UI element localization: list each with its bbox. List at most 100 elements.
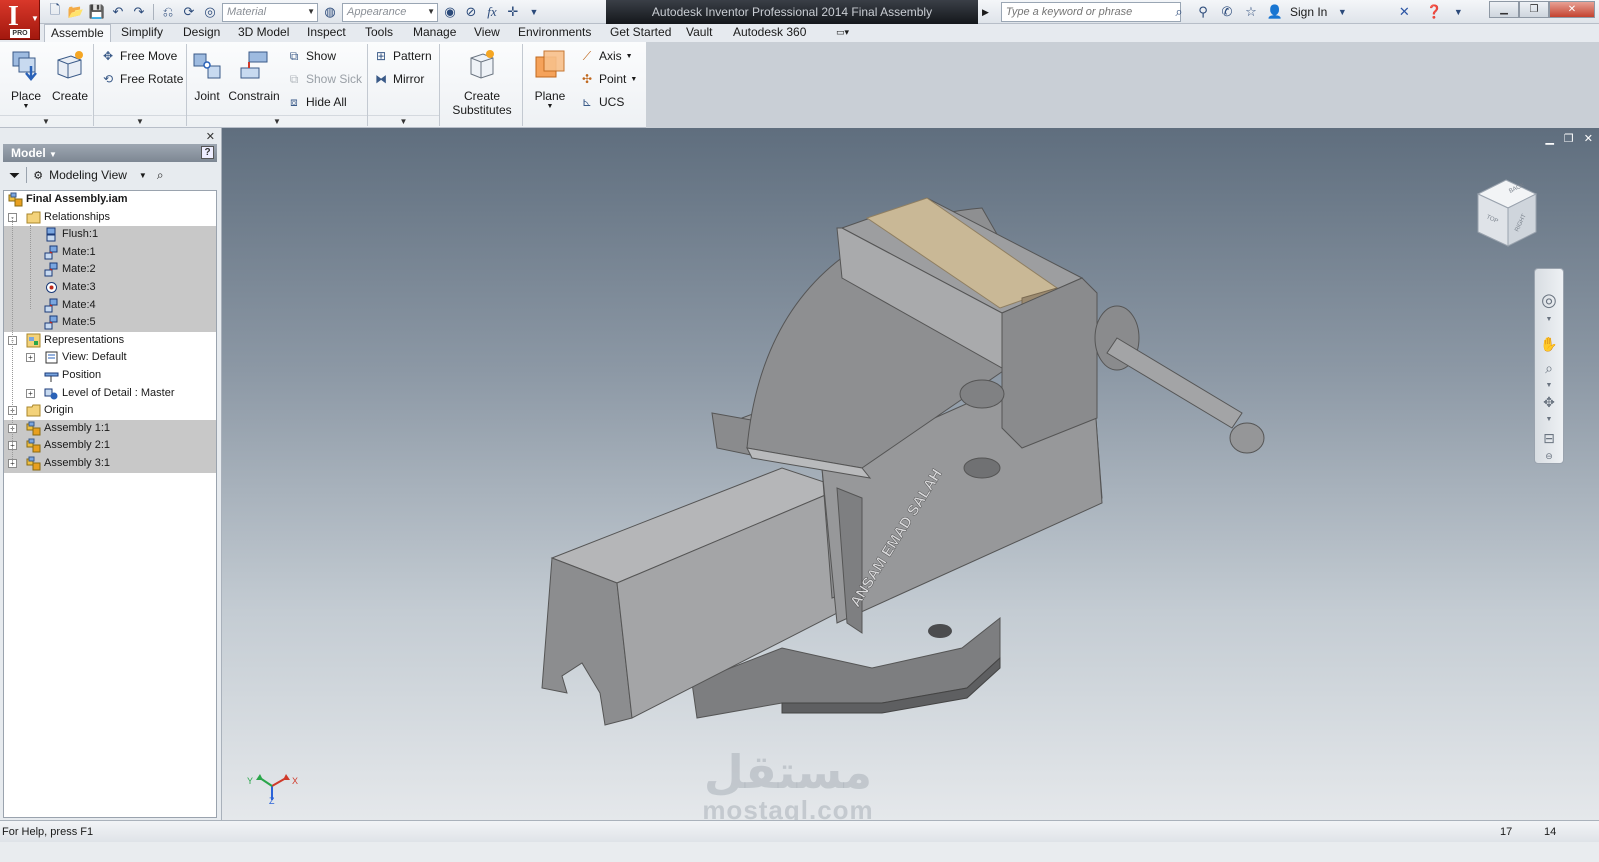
tree-row[interactable]: Mate:1 [4, 243, 216, 262]
tree-row[interactable]: Position [4, 367, 216, 385]
expand-icon[interactable]: + [26, 388, 35, 398]
material-dropdown[interactable]: Material ▼ [222, 2, 318, 22]
crosshair-icon[interactable]: ✛ [504, 3, 522, 21]
undo-icon[interactable]: ↶ [109, 3, 127, 21]
chevron-down-icon[interactable]: ▼ [1333, 3, 1351, 21]
show-button[interactable]: ⧉ Show [286, 47, 336, 65]
position-panel-expander[interactable]: ▼ [94, 115, 186, 127]
view-face-icon[interactable]: ⊟ [1540, 429, 1558, 447]
clear-appearance-icon[interactable]: ⊘ [462, 3, 480, 21]
appearance-dropdown[interactable]: Appearance ▼ [342, 2, 438, 22]
help-icon[interactable]: ❓ [1425, 3, 1443, 21]
tab-environments[interactable]: Environments [512, 24, 597, 42]
help-icon[interactable]: ? [201, 146, 214, 159]
tree-row[interactable]: - Relationships [4, 209, 216, 227]
sign-in-link[interactable]: Sign In [1290, 5, 1327, 19]
chevron-down-icon[interactable]: ▼ [1540, 311, 1558, 329]
filter-icon[interactable]: ⏷ [9, 167, 20, 184]
chevron-down-icon[interactable]: ▼ [139, 171, 147, 180]
create-substitutes-button[interactable]: Create Substitutes [446, 48, 518, 117]
axis-button[interactable]: ⟋ Axis ▼ [579, 47, 633, 65]
ribbon-minimize-toggle[interactable]: ▭▾ [830, 24, 855, 42]
mirror-button[interactable]: ⧓ Mirror [373, 70, 424, 88]
open-icon[interactable]: 📂 [67, 3, 85, 21]
close-icon[interactable]: ✕ [1584, 132, 1593, 145]
fx-parameters-icon[interactable]: fx [483, 3, 501, 21]
create-button[interactable]: Create [50, 48, 90, 103]
return-icon[interactable]: ⎌ [159, 3, 177, 21]
restore-button[interactable]: ❐ [1519, 1, 1549, 18]
tab-design[interactable]: Design [177, 24, 226, 42]
tab-view[interactable]: View [468, 24, 506, 42]
tab-autodesk-360[interactable]: Autodesk 360 [727, 24, 812, 42]
tab-tools[interactable]: Tools [359, 24, 399, 42]
tree-row[interactable]: Flush:1 [4, 226, 216, 244]
browser-header[interactable]: Model ▼ ? [3, 144, 217, 162]
chevron-down-icon[interactable]: ▼ [525, 3, 543, 21]
binoculars-icon[interactable]: ⌕ [1170, 3, 1188, 21]
minimize-icon[interactable]: ▁ [1545, 132, 1553, 145]
pattern-panel-expander[interactable]: ▼ [368, 115, 439, 127]
zoom-icon[interactable]: ⌕ [1540, 359, 1558, 377]
tree-row[interactable]: + Level of Detail : Master [4, 385, 216, 403]
tab-vault[interactable]: Vault [680, 24, 718, 42]
viewcube[interactable]: BACK TOP RIGHT [1470, 176, 1542, 254]
view-mode-dropdown[interactable]: Modeling View [49, 168, 127, 182]
tree-row[interactable]: + Assembly 2:1 [4, 437, 216, 455]
constrain-button[interactable]: Constrain [227, 48, 281, 103]
adjust-appearance-icon[interactable]: ◉ [441, 3, 459, 21]
appearance-globe-icon[interactable]: ◍ [321, 3, 339, 21]
steering-wheel-icon[interactable]: ◎ [1540, 291, 1558, 309]
minimize-button[interactable]: ▁ [1489, 1, 1519, 18]
select-mode-icon[interactable]: ◎ [201, 3, 219, 21]
tree-row[interactable]: Mate:3 [4, 279, 216, 297]
point-button[interactable]: ✣ Point ▼ [579, 70, 637, 88]
pattern-button[interactable]: ⊞ Pattern [373, 47, 432, 65]
close-button[interactable]: ✕ [1549, 1, 1595, 18]
graphics-window[interactable]: ▁ ❐ ✕ BACK TOP RIGHT ◎ ▼ ✋ ⌕ ▼ ✥ ▼ ⊟ ⊖ A… [222, 128, 1599, 820]
pan-hand-icon[interactable]: ✋ [1540, 335, 1558, 353]
tree-row[interactable]: Final Assembly.iam [4, 191, 216, 209]
favorites-star-icon[interactable]: ☆ [1242, 3, 1260, 21]
restore-icon[interactable]: ❐ [1564, 132, 1574, 145]
free-rotate-button[interactable]: ⟲ Free Rotate [100, 70, 183, 88]
exchange-apps-icon[interactable]: ✕ [1395, 3, 1413, 21]
show-sick-button[interactable]: ⧉ Show Sick [286, 70, 362, 88]
chevron-down-icon[interactable]: ▼ [1449, 3, 1467, 21]
orbit-icon[interactable]: ✥ [1540, 393, 1558, 411]
redo-icon[interactable]: ↷ [130, 3, 148, 21]
relationships-panel-expander[interactable]: ▼ [187, 115, 367, 127]
tree-row[interactable]: Mate:4 [4, 296, 216, 315]
tab-get-started[interactable]: Get Started [604, 24, 677, 42]
user-icon[interactable]: 👤 [1266, 3, 1284, 21]
search-input[interactable] [1000, 2, 1181, 22]
new-icon[interactable]: 🗋 [46, 2, 64, 21]
play-icon[interactable]: ▶ [982, 7, 989, 18]
tab-simplify[interactable]: Simplify [115, 24, 169, 42]
ucs-button[interactable]: ⊾ UCS [579, 93, 624, 111]
tab-manage[interactable]: Manage [407, 24, 462, 42]
place-button[interactable]: Place ▼ [6, 48, 46, 110]
chevron-down-icon[interactable]: ▼ [1540, 411, 1558, 429]
customize-icon[interactable]: ⊖ [1540, 447, 1558, 465]
update-icon[interactable]: ⟳ [180, 3, 198, 21]
tree-row[interactable]: + Assembly 3:1 [4, 455, 216, 473]
tab-inspect[interactable]: Inspect [301, 24, 352, 42]
tree-row[interactable]: Mate:5 [4, 314, 216, 332]
tab-assemble[interactable]: Assemble [44, 24, 111, 42]
application-menu-button[interactable]: I PRO ▼ [0, 0, 40, 40]
subscription-icon[interactable]: ⚲ [1194, 3, 1212, 21]
tree-row[interactable]: + Assembly 1:1 [4, 419, 216, 438]
binoculars-icon[interactable]: ⌕ [157, 168, 164, 183]
tab-3d-model[interactable]: 3D Model [232, 24, 295, 42]
communication-icon[interactable]: ✆ [1218, 3, 1236, 21]
save-icon[interactable]: 💾 [88, 3, 106, 21]
expand-icon[interactable]: + [26, 353, 35, 363]
hide-all-button[interactable]: ⧈ Hide All [286, 93, 347, 111]
plane-button[interactable]: Plane ▼ [530, 48, 570, 110]
joint-button[interactable]: Joint [190, 48, 224, 103]
component-panel-expander[interactable]: ▼ [0, 115, 92, 127]
close-icon[interactable]: ✕ [206, 130, 215, 143]
free-move-button[interactable]: ✥ Free Move [100, 47, 177, 65]
tree-row[interactable]: Mate:2 [4, 261, 216, 279]
